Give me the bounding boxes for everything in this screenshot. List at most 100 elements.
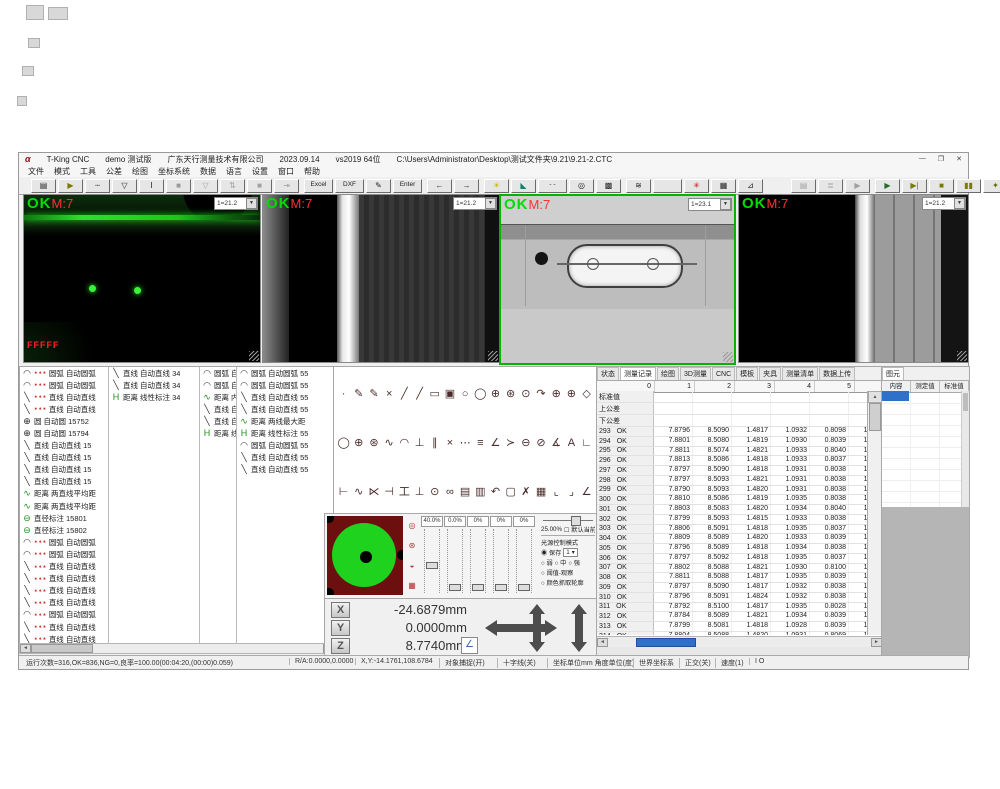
tab-测量记录[interactable]: 测量记录	[620, 367, 656, 380]
slider-thumb[interactable]	[571, 516, 581, 526]
blank-button[interactable]	[653, 179, 682, 193]
table-row[interactable]: 304OK7.88098.50891.48201.09330.80391.098…	[597, 534, 867, 544]
list-item[interactable]: ╲直线自动直线 34	[109, 379, 199, 391]
light-mode-icon[interactable]: ▦	[408, 581, 416, 590]
save-radio[interactable]: ◉ 保存	[541, 548, 561, 557]
camera-zoom-select[interactable]: 1=23.1▼	[688, 198, 732, 211]
palette-tool-icon[interactable]: 工	[397, 486, 412, 498]
menu-item-语言[interactable]: 语言	[221, 166, 247, 177]
list-item[interactable]: ╲∗∗∗直线自动直线	[20, 573, 108, 585]
scroll-thumb[interactable]	[636, 638, 696, 647]
tab-3D测量[interactable]: 3D测量	[680, 367, 711, 380]
pen-plot-button[interactable]: ✎	[366, 179, 391, 193]
scroll-left-icon[interactable]: ◄	[597, 638, 608, 647]
jog-arrows[interactable]	[483, 602, 595, 654]
palette-tool-icon[interactable]: ⊙	[427, 486, 442, 498]
palette-tool-icon[interactable]: ∡	[549, 437, 564, 449]
list-item[interactable]: ╲直线自动直线 55	[237, 452, 333, 464]
palette-tool-icon[interactable]: ⊕	[488, 388, 503, 400]
gray-block-2-button[interactable]: ■	[247, 179, 272, 193]
funnel-button[interactable]: ▽	[112, 179, 137, 193]
palette-tool-icon[interactable]: ✎	[351, 388, 366, 400]
scroll-thumb[interactable]	[31, 644, 93, 653]
tab-状态[interactable]: 状态	[597, 367, 619, 380]
list-item[interactable]: ╲直线自动直线 66	[200, 403, 236, 415]
element-row[interactable]	[882, 404, 969, 415]
palette-tool-icon[interactable]: ✗	[518, 486, 533, 498]
edge-tool-button[interactable]: I	[139, 179, 164, 193]
table-row[interactable]: 307OK7.88028.50881.48211.09300.81001.098…	[597, 564, 867, 574]
list-item[interactable]: ◠∗∗∗圆弧自动圆弧	[20, 548, 108, 560]
probe-path-button[interactable]: ┄	[85, 179, 110, 193]
palette-tool-icon[interactable]: ⌟	[564, 486, 579, 498]
scroll-up-icon[interactable]: ▲	[868, 391, 882, 403]
step-move-button[interactable]: ⇥	[274, 179, 299, 193]
program-list-hscrollbar[interactable]: ◄ ►	[19, 643, 335, 654]
list-item[interactable]: ◠∗∗∗圆弧自动圆弧	[20, 367, 108, 379]
menu-item-设置[interactable]: 设置	[247, 166, 273, 177]
element-row[interactable]	[882, 437, 969, 448]
scroll-thumb[interactable]	[869, 403, 881, 431]
palette-tool-icon[interactable]: ≡	[473, 437, 488, 449]
table-row[interactable]: 312OK7.87848.50891.48211.09340.80391.098…	[597, 612, 867, 622]
camera-view-1[interactable]: FFFFF OKM:7 1=21.2▼	[23, 194, 261, 363]
list-item[interactable]: ∿距离两线最大距	[237, 415, 333, 427]
list-item[interactable]: ╲直线自动直线 15	[20, 452, 108, 464]
palette-tool-icon[interactable]: ○	[458, 388, 473, 400]
table-row[interactable]: 299OK7.87908.50931.48201.09310.80381.098…	[597, 486, 867, 496]
element-row[interactable]	[882, 426, 969, 437]
list-item[interactable]: ╲∗∗∗直线自动直线	[20, 585, 108, 597]
palette-tool-icon[interactable]: ▭	[427, 388, 442, 400]
funnel-2-button[interactable]: ▽	[193, 179, 218, 193]
list-item[interactable]: H距离线性标注 34	[109, 391, 199, 403]
resize-grip-icon[interactable]	[957, 351, 967, 361]
level-radio[interactable]: ○ 强	[568, 558, 580, 567]
table-row[interactable]: 300OK7.88108.50861.48191.09350.80381.098…	[597, 495, 867, 505]
element-row[interactable]	[882, 448, 969, 459]
palette-tool-icon[interactable]: ↶	[488, 486, 503, 498]
list-item[interactable]: ∿距离两直线平均距	[20, 488, 108, 500]
chevron-down-icon[interactable]: ▼	[485, 198, 496, 209]
palette-tool-icon[interactable]: ◇	[579, 388, 594, 400]
menu-item-帮助[interactable]: 帮助	[299, 166, 325, 177]
palette-tool-icon[interactable]: ·	[336, 388, 351, 400]
list-item[interactable]: ◠∗∗∗圆弧自动圆弧	[20, 379, 108, 391]
palette-tool-icon[interactable]: A	[564, 437, 579, 449]
list-item[interactable]: ◠圆弧自动圆弧 66	[200, 367, 236, 379]
table-vscrollbar[interactable]: ▲	[867, 391, 882, 635]
light-mode-icon[interactable]: ◒	[410, 561, 415, 570]
palette-tool-icon[interactable]: ↷	[533, 388, 548, 400]
palette-tool-icon[interactable]: ✎	[366, 388, 381, 400]
palette-tool-icon[interactable]: ◯	[336, 437, 351, 449]
table-row[interactable]: 313OK7.87998.50811.48181.09280.80391.098…	[597, 622, 867, 632]
list-item[interactable]: ╲∗∗∗直线自动直线	[20, 621, 108, 633]
list-item[interactable]: ╲直线自动直线 55	[237, 391, 333, 403]
slider-thumb[interactable]	[518, 584, 530, 591]
palette-tool-icon[interactable]: ⊣	[382, 486, 397, 498]
tab-element[interactable]: 图元	[882, 367, 904, 380]
camera-zoom-select[interactable]: 1=21.2▼	[214, 197, 258, 210]
save-slot-select[interactable]: 1▾	[563, 548, 578, 557]
list-item[interactable]: ╲直线自动直线 34	[109, 367, 199, 379]
palette-tool-icon[interactable]: ×	[442, 437, 457, 449]
chevron-down-icon[interactable]: ▼	[246, 198, 257, 209]
light-mode-icon[interactable]: ◎	[409, 521, 416, 530]
menu-item-公差[interactable]: 公差	[101, 166, 127, 177]
palette-tool-icon[interactable]: ▣	[442, 388, 457, 400]
slider-thumb[interactable]	[449, 584, 461, 591]
palette-tool-icon[interactable]: ╱	[412, 388, 427, 400]
menu-item-窗口[interactable]: 窗口	[273, 166, 299, 177]
list-item[interactable]: ◠圆弧自动圆弧 55	[237, 440, 333, 452]
tab-夹具[interactable]: 夹具	[759, 367, 781, 380]
camera-view-4[interactable]: OKM:7 1=21.2▼	[738, 194, 969, 363]
threshold-radio[interactable]: ○ 阈值-观察	[541, 567, 595, 577]
menu-item-绘图[interactable]: 绘图	[127, 166, 153, 177]
list-item[interactable]: ╲∗∗∗直线自动直线	[20, 633, 108, 643]
palette-tool-icon[interactable]: ⊥	[412, 437, 427, 449]
tab-绘图[interactable]: 绘图	[657, 367, 679, 380]
palette-tool-icon[interactable]: ⊖	[518, 437, 533, 449]
palette-tool-icon[interactable]: ⊕	[549, 388, 564, 400]
camera-zoom-select[interactable]: 1=21.2▼	[453, 197, 497, 210]
updown-button[interactable]: ⇅	[220, 179, 245, 193]
palette-tool-icon[interactable]: ⌞	[549, 486, 564, 498]
